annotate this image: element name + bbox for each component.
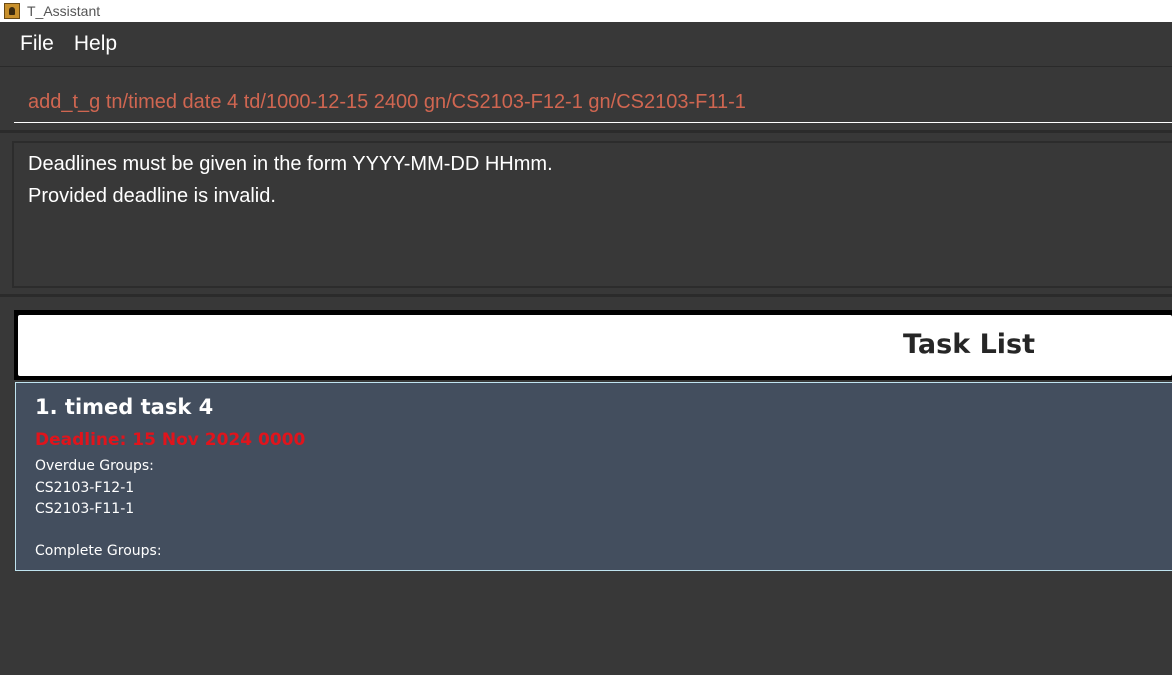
divider — [0, 130, 1172, 133]
title-bar: T_Assistant — [0, 0, 1172, 22]
task-title: 1. timed task 4 — [35, 395, 214, 419]
menu-bar: File Help — [0, 22, 1172, 66]
task-card[interactable]: 1. timed task 4 Deadline: 15 Nov 2024 00… — [15, 382, 1172, 571]
task-list-panel: Task List — [14, 310, 1172, 380]
app-icon — [4, 3, 20, 19]
task-deadline: Deadline: 15 Nov 2024 0000 — [35, 430, 306, 450]
result-display: Deadlines must be given in the form YYYY… — [12, 141, 1172, 288]
overdue-group-item: CS2103-F12-1 — [35, 480, 135, 496]
overdue-groups-label: Overdue Groups: — [35, 458, 154, 474]
command-input[interactable] — [28, 88, 1158, 116]
divider — [0, 294, 1172, 297]
task-list-header: Task List — [18, 315, 1172, 376]
task-list-title: Task List — [903, 329, 1036, 360]
overdue-group-item: CS2103-F11-1 — [35, 501, 135, 517]
menu-file[interactable]: File — [10, 32, 64, 56]
result-line: Provided deadline is invalid. — [28, 185, 276, 207]
result-line: Deadlines must be given in the form YYYY… — [28, 153, 553, 175]
command-box — [14, 80, 1172, 123]
complete-groups-label: Complete Groups: — [35, 543, 162, 559]
window-title: T_Assistant — [27, 3, 101, 19]
menu-divider — [0, 66, 1172, 67]
menu-help[interactable]: Help — [64, 32, 127, 56]
